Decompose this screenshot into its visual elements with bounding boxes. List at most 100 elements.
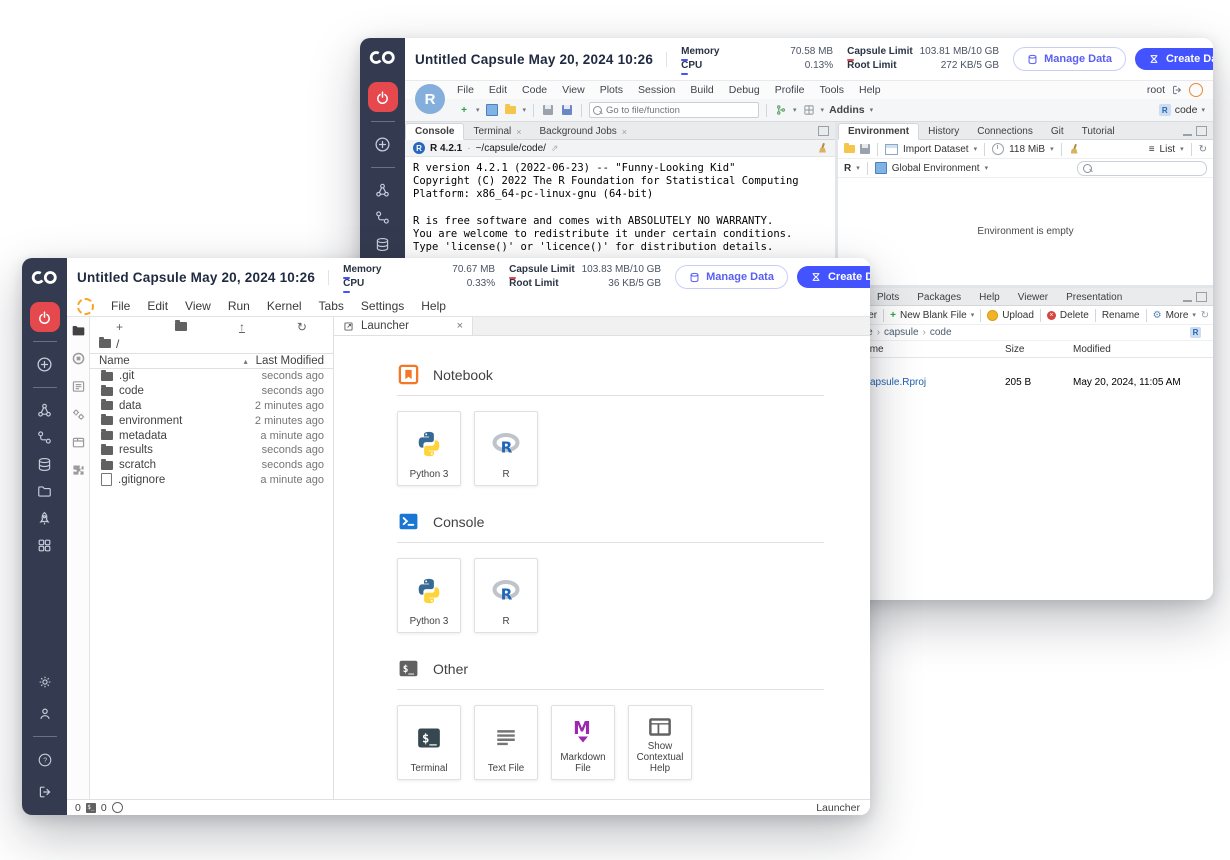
save-icon[interactable] <box>541 103 555 117</box>
menu-tools[interactable]: Tools <box>819 84 844 96</box>
save-workspace-icon[interactable] <box>860 144 870 154</box>
capsules-icon[interactable] <box>368 180 398 201</box>
upload-icon[interactable] <box>987 310 998 321</box>
delete-button[interactable]: Delete <box>1060 310 1089 321</box>
tab-plots[interactable]: Plots <box>868 290 908 305</box>
menu-kernel[interactable]: Kernel <box>267 299 302 313</box>
launcher-card-contextual-help[interactable]: Show Contextual Help <box>628 705 692 780</box>
file-row-up[interactable]: ↰.. <box>838 358 1213 374</box>
new-capsule-icon[interactable] <box>30 354 60 375</box>
tab-launcher[interactable]: Launcher × <box>334 317 473 335</box>
menu-debug[interactable]: Debug <box>729 84 760 96</box>
environment-scope[interactable]: Global Environment <box>892 163 980 174</box>
menu-plots[interactable]: Plots <box>600 84 623 96</box>
load-workspace-icon[interactable] <box>844 145 855 153</box>
col-last-modified[interactable]: Last Modified <box>256 355 324 367</box>
memory-usage-label[interactable]: 118 MiB <box>1009 144 1045 155</box>
col-modified[interactable]: Modified <box>1073 344 1205 355</box>
tab-connections[interactable]: Connections <box>968 124 1042 139</box>
menu-code[interactable]: Code <box>522 84 547 96</box>
file-row[interactable]: scratchseconds ago <box>90 458 333 473</box>
maximize-pane-icon[interactable] <box>1196 126 1207 136</box>
chevron-down-icon[interactable]: ▾ <box>1180 145 1184 153</box>
crumb-code[interactable]: code <box>930 327 952 338</box>
project-selector[interactable]: R code ▾ <box>1159 104 1213 116</box>
goto-file-search[interactable] <box>589 102 759 118</box>
power-button[interactable] <box>368 82 398 112</box>
col-name[interactable]: Name <box>99 355 130 367</box>
more-button[interactable]: More <box>1166 310 1189 321</box>
sign-out-icon[interactable] <box>1171 84 1183 96</box>
refresh-icon[interactable]: ↻ <box>297 320 307 334</box>
menu-edit[interactable]: Edit <box>147 299 168 313</box>
capsules-icon[interactable] <box>30 400 60 421</box>
menu-tabs[interactable]: Tabs <box>319 299 344 313</box>
menu-edit[interactable]: Edit <box>489 84 507 96</box>
launcher-card-console-python3[interactable]: Python 3 <box>397 558 461 633</box>
new-project-icon[interactable] <box>485 103 499 117</box>
kernel-icon[interactable] <box>112 802 123 813</box>
clear-objects-icon[interactable] <box>1069 144 1079 155</box>
new-file-icon[interactable]: + <box>457 103 471 117</box>
save-all-icon[interactable] <box>560 103 574 117</box>
menu-settings[interactable]: Settings <box>361 299 404 313</box>
apps-icon[interactable] <box>30 535 60 556</box>
extension-manager-icon[interactable] <box>71 463 86 478</box>
col-size[interactable]: Size <box>1005 344 1073 355</box>
menu-help[interactable]: Help <box>859 84 881 96</box>
file-row[interactable]: resultsseconds ago <box>90 443 333 458</box>
environment-search-input[interactable] <box>1077 161 1207 176</box>
chevron-down-icon[interactable]: ▾ <box>974 145 978 153</box>
file-row[interactable]: .gitseconds ago <box>90 369 333 384</box>
file-browser-breadcrumb[interactable]: / <box>90 336 333 351</box>
chevron-down-icon[interactable]: ▾ <box>821 106 825 114</box>
working-directory[interactable]: ~/capsule/code/ <box>476 143 546 154</box>
menu-help[interactable]: Help <box>421 299 446 313</box>
language-selector[interactable]: R <box>844 163 851 174</box>
menu-file[interactable]: File <box>457 84 474 96</box>
menu-profile[interactable]: Profile <box>775 84 805 96</box>
sort-asc-icon[interactable]: ▴ <box>244 357 248 366</box>
close-icon[interactable]: × <box>516 127 521 137</box>
tab-terminal[interactable]: Terminal× <box>464 124 530 139</box>
refresh-icon[interactable]: ↻ <box>1201 310 1209 321</box>
breadcrumb-root[interactable]: / <box>116 337 119 351</box>
new-launcher-icon[interactable]: + <box>116 320 123 334</box>
menu-session[interactable]: Session <box>638 84 675 96</box>
manage-data-button[interactable]: Manage Data <box>675 265 788 289</box>
tab-git[interactable]: Git <box>1042 124 1073 139</box>
rename-button[interactable]: Rename <box>1102 310 1140 321</box>
popout-pane-icon[interactable] <box>818 126 829 136</box>
file-row[interactable]: .gitignorea minute ago <box>90 473 333 488</box>
menu-view[interactable]: View <box>562 84 585 96</box>
help-icon[interactable]: ? <box>30 749 60 770</box>
upload-icon[interactable]: ↑ <box>239 320 245 334</box>
menu-view[interactable]: View <box>185 299 211 313</box>
files-icon[interactable] <box>30 481 60 502</box>
clear-console-icon[interactable] <box>817 143 827 154</box>
goto-file-input[interactable] <box>589 102 759 118</box>
file-row[interactable]: environment2 minutes ago <box>90 413 333 428</box>
open-tabs-icon[interactable] <box>71 435 86 450</box>
create-data-asset-button[interactable]: Create Data Asset <box>797 266 870 288</box>
import-dataset-icon[interactable] <box>885 144 898 155</box>
property-inspector-icon[interactable] <box>71 407 86 422</box>
launcher-card-text-file[interactable]: Text File <box>474 705 538 780</box>
tab-tutorial[interactable]: Tutorial <box>1073 124 1124 139</box>
pipelines-icon[interactable] <box>368 207 398 228</box>
view-mode-label[interactable]: List <box>1160 144 1176 155</box>
launch-icon[interactable] <box>30 508 60 529</box>
file-browser-icon[interactable] <box>71 323 86 338</box>
chevron-down-icon[interactable]: ▾ <box>793 106 797 114</box>
power-button[interactable] <box>30 302 60 332</box>
addins-menu[interactable]: Addins <box>829 104 865 116</box>
open-directory-icon[interactable]: ⇗ <box>551 143 559 154</box>
workspace-panes-icon[interactable] <box>802 103 816 117</box>
chevron-down-icon[interactable]: ▾ <box>856 164 860 172</box>
crumb-capsule[interactable]: capsule <box>884 327 918 338</box>
pipelines-icon[interactable] <box>30 427 60 448</box>
manage-data-button[interactable]: Manage Data <box>1013 47 1126 71</box>
menu-build[interactable]: Build <box>690 84 713 96</box>
file-row[interactable]: codeseconds ago <box>90 384 333 399</box>
file-row[interactable]: data2 minutes ago <box>90 399 333 414</box>
